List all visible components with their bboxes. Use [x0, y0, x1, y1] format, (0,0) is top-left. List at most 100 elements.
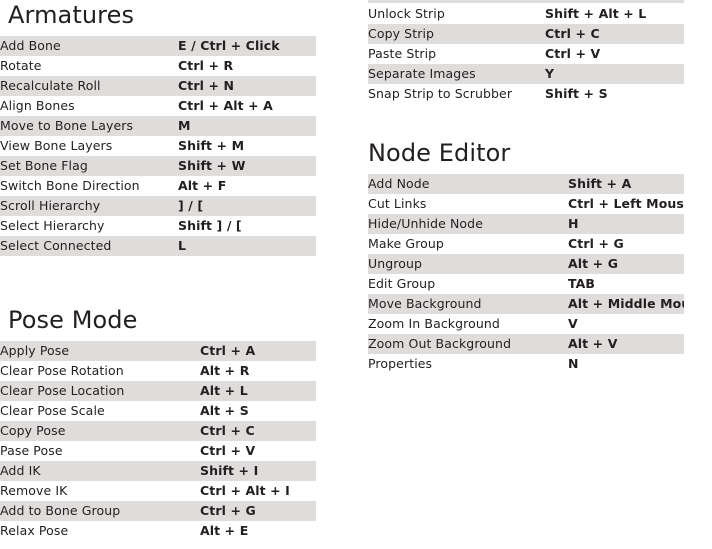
- section-node-editor: Node Editor Add Node Shift + A Cut Links…: [360, 138, 712, 374]
- shortcut-keys: Shift ] / [: [178, 218, 242, 233]
- table-row: Unlock Strip Shift + Alt + L: [368, 4, 684, 24]
- shortcut-keys: M: [178, 118, 191, 133]
- shortcut-action: View Bone Layers: [0, 138, 113, 153]
- shortcut-keys: Shift + Alt + L: [545, 6, 647, 21]
- shortcut-keys: Shift + I: [200, 463, 259, 478]
- shortcut-rows-pose-mode: Apply Pose Ctrl + A Clear Pose Rotation …: [0, 341, 316, 541]
- shortcut-keys: Ctrl + V: [200, 443, 256, 458]
- table-row: Move Background Alt + Middle Mouse: [368, 294, 684, 314]
- table-row: Scroll Hierarchy ] / [: [0, 196, 316, 216]
- table-row: Select Hierarchy Shift ] / [: [0, 216, 316, 236]
- table-row: Relax Pose Alt + E: [0, 521, 316, 541]
- shortcut-action: Paste Strip: [368, 46, 437, 61]
- table-row: Copy Strip Ctrl + C: [368, 24, 684, 44]
- table-row: Clear Pose Rotation Alt + R: [0, 361, 316, 381]
- shortcut-keys: Shift + S: [545, 86, 608, 101]
- table-row: Select Connected L: [0, 236, 316, 256]
- shortcut-action: Switch Bone Direction: [0, 178, 140, 193]
- table-row: Copy Pose Ctrl + C: [0, 421, 316, 441]
- shortcut-action: Select Hierarchy: [0, 218, 105, 233]
- shortcut-action: Ungroup: [368, 256, 423, 271]
- shortcut-action: Move Background: [368, 296, 482, 311]
- shortcut-keys: Shift + M: [178, 138, 245, 153]
- shortcut-keys: ] / [: [178, 198, 204, 213]
- table-row: Paste Strip Ctrl + V: [368, 44, 684, 64]
- table-row: Pase Pose Ctrl + V: [0, 441, 316, 461]
- shortcut-action: Set Bone Flag: [0, 158, 88, 173]
- shortcut-action: Clear Pose Scale: [0, 403, 105, 418]
- table-row: Add Node Shift + A: [368, 174, 684, 194]
- shortcut-action: Scroll Hierarchy: [0, 198, 101, 213]
- table-row: Clear Pose Location Alt + L: [0, 381, 316, 401]
- shortcut-keys: Ctrl + Left Mouse: [568, 196, 684, 211]
- shortcut-keys: TAB: [568, 276, 596, 291]
- section-title-node-editor: Node Editor: [368, 139, 511, 167]
- section-pose-mode: Pose Mode Apply Pose Ctrl + A Clear Pose…: [0, 305, 356, 541]
- table-row: Switch Bone Direction Alt + F: [0, 176, 316, 196]
- shortcut-keys: Shift + W: [178, 158, 246, 173]
- shortcut-keys: Shift + A: [568, 176, 632, 191]
- shortcut-action: Select Connected: [0, 238, 112, 253]
- table-row: Separate Images Y: [368, 64, 684, 84]
- shortcut-keys: Alt + L: [200, 383, 248, 398]
- shortcut-keys: V: [568, 316, 578, 331]
- shortcut-keys: Ctrl + R: [178, 58, 234, 73]
- shortcut-keys: L: [178, 238, 187, 253]
- table-row: Zoom In Background V: [368, 314, 684, 334]
- shortcut-keys: Alt + Middle Mouse: [568, 296, 684, 311]
- shortcut-keys: Alt + G: [568, 256, 619, 271]
- table-row: Rotate Ctrl + R: [0, 56, 316, 76]
- shortcut-action: Unlock Strip: [368, 6, 445, 21]
- shortcut-keys: Alt + R: [200, 363, 250, 378]
- shortcut-keys: Alt + S: [200, 403, 249, 418]
- shortcut-action: Move to Bone Layers: [0, 118, 134, 133]
- shortcut-keys: Y: [545, 66, 555, 81]
- table-row: Add to Bone Group Ctrl + G: [0, 501, 316, 521]
- shortcut-keys: E / Ctrl + Click: [178, 38, 280, 53]
- shortcut-action: Copy Pose: [0, 423, 66, 438]
- table-row: View Bone Layers Shift + M: [0, 136, 316, 156]
- shortcut-keys: Ctrl + V: [545, 46, 601, 61]
- shortcut-cheatsheet-page: Armatures Add Bone E / Ctrl + Click Rota…: [0, 0, 712, 549]
- section-strip-shortcuts: Unlock Strip Shift + Alt + L Copy Strip …: [360, 4, 712, 104]
- shortcut-table-armatures: Add Bone E / Ctrl + Click Rotate Ctrl + …: [0, 36, 316, 256]
- shortcut-action: Edit Group: [368, 276, 436, 291]
- shortcut-action: Separate Images: [368, 66, 476, 81]
- shortcut-keys: Ctrl + G: [568, 236, 624, 251]
- shortcut-keys: Alt + F: [178, 178, 227, 193]
- shortcut-rows-armatures: Add Bone E / Ctrl + Click Rotate Ctrl + …: [0, 36, 316, 256]
- table-row: Align Bones Ctrl + Alt + A: [0, 96, 316, 116]
- shortcut-action: Clear Pose Location: [0, 383, 125, 398]
- shortcut-action: Cut Links: [368, 196, 427, 211]
- table-row: Apply Pose Ctrl + A: [0, 341, 316, 361]
- shortcut-action: Recalculate Roll: [0, 78, 101, 93]
- table-row: Move to Bone Layers M: [0, 116, 316, 136]
- shortcut-action: Properties: [368, 356, 433, 371]
- table-row: Add Bone E / Ctrl + Click: [0, 36, 316, 56]
- shortcut-action: Clear Pose Rotation: [0, 363, 124, 378]
- shortcut-action: Align Bones: [0, 98, 75, 113]
- table-row: Hide/Unhide Node H: [368, 214, 684, 234]
- shortcut-action: Pase Pose: [0, 443, 63, 458]
- section-title-armatures: Armatures: [8, 1, 135, 29]
- shortcut-action: Snap Strip to Scrubber: [368, 86, 513, 101]
- shortcut-action: Hide/Unhide Node: [368, 216, 483, 231]
- shortcut-table-pose-mode: Apply Pose Ctrl + A Clear Pose Rotation …: [0, 341, 316, 541]
- shortcut-rows-node-editor: Add Node Shift + A Cut Links Ctrl + Left…: [368, 174, 684, 374]
- shortcut-keys: Ctrl + C: [545, 26, 600, 41]
- shortcut-keys: N: [568, 356, 579, 371]
- shortcut-action: Add Node: [368, 176, 430, 191]
- table-row: Snap Strip to Scrubber Shift + S: [368, 84, 684, 104]
- table-row: Remove IK Ctrl + Alt + I: [0, 481, 316, 501]
- table-row: Clear Pose Scale Alt + S: [0, 401, 316, 421]
- shortcut-action: Apply Pose: [0, 343, 70, 358]
- section-title-pose-mode: Pose Mode: [8, 306, 138, 334]
- shortcut-keys: Ctrl + C: [200, 423, 255, 438]
- shortcut-action: Add IK: [0, 463, 41, 478]
- section-armatures: Armatures Add Bone E / Ctrl + Click Rota…: [0, 0, 356, 256]
- shortcut-keys: Ctrl + G: [200, 503, 256, 518]
- shortcut-action: Add to Bone Group: [0, 503, 121, 518]
- shortcut-keys: Ctrl + A: [200, 343, 256, 358]
- shortcut-action: Add Bone: [0, 38, 61, 53]
- shortcut-table-node-editor: Add Node Shift + A Cut Links Ctrl + Left…: [368, 174, 684, 374]
